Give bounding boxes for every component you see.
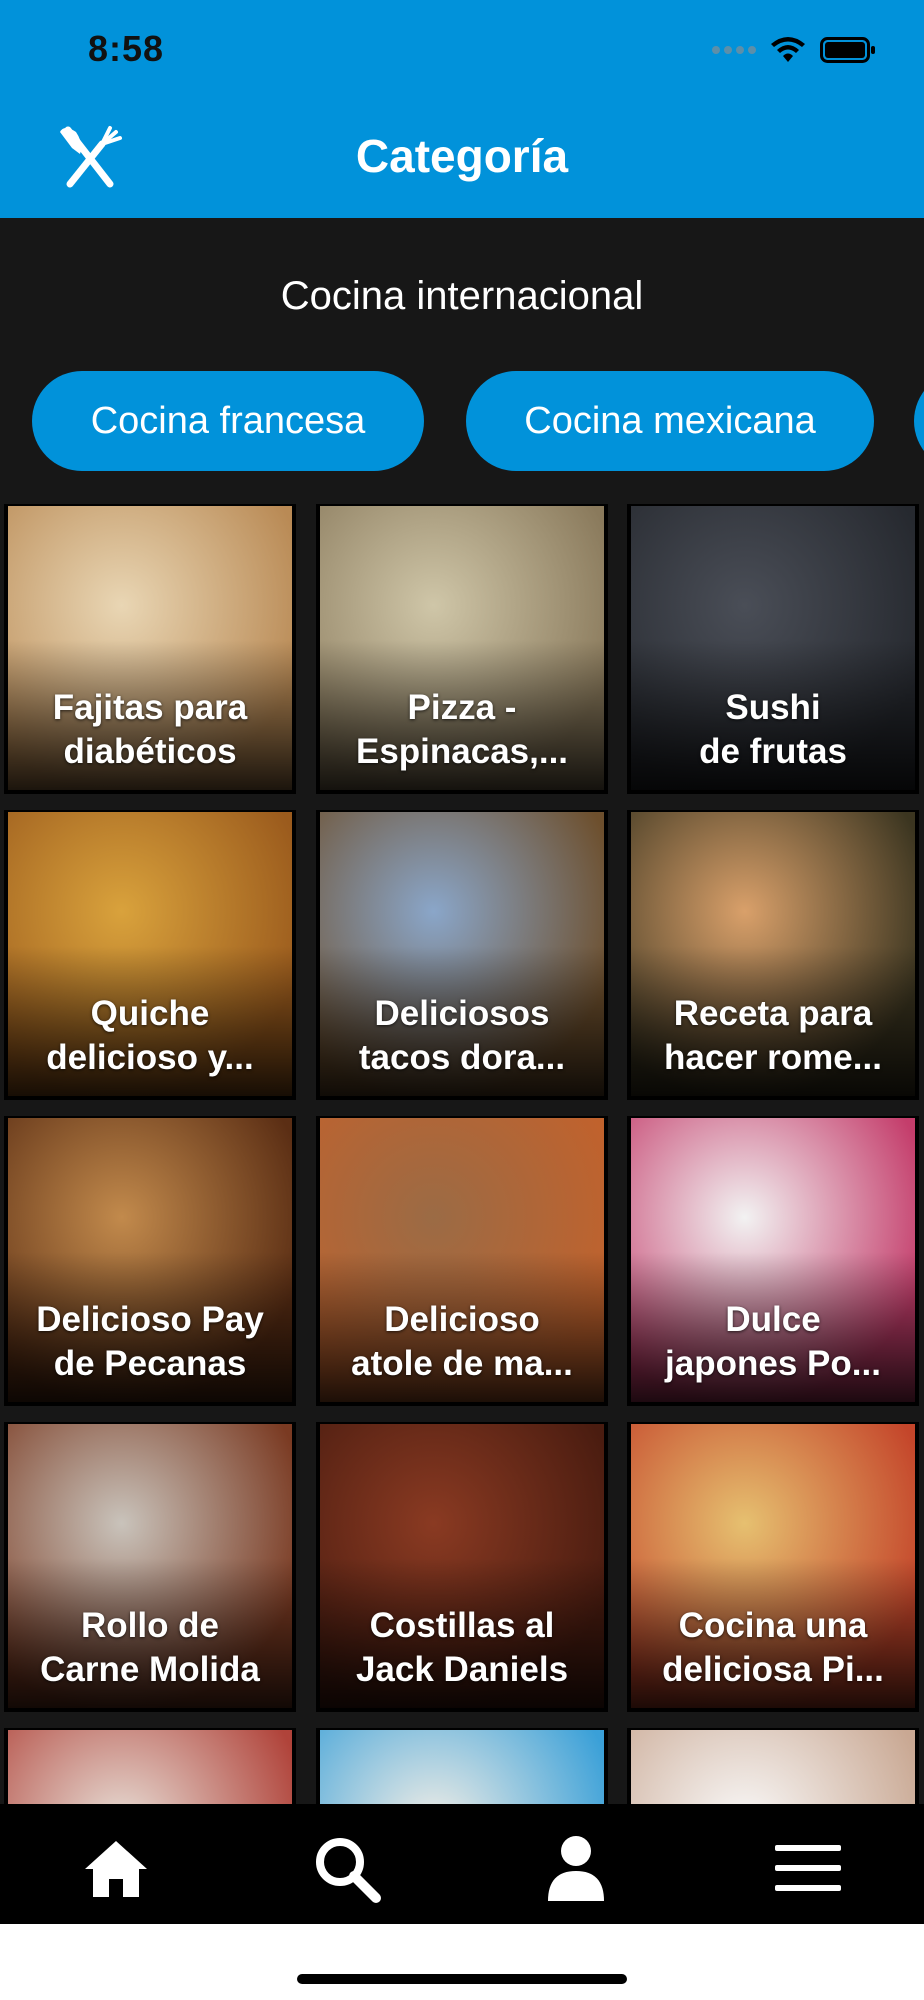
- chip-label: Cocina mexicana: [524, 399, 816, 442]
- signal-icon: [712, 46, 756, 54]
- recipe-title: Costillas al Jack Daniels: [355, 1606, 569, 1689]
- tab-home[interactable]: [78, 1832, 154, 1904]
- menu-icon: [775, 1845, 841, 1891]
- recipe-card[interactable]: Deliciosos tacos dora...: [316, 810, 608, 1100]
- recipe-title: Fajitas para diabéticos: [52, 688, 248, 771]
- recipe-title: Pizza - Espinacas,...: [355, 688, 569, 771]
- chip-next[interactable]: [914, 371, 924, 471]
- recipe-card[interactable]: Sushi de frutas: [627, 504, 919, 794]
- recipe-title: Rollo de Carne Molida: [40, 1606, 260, 1689]
- tab-menu[interactable]: [770, 1832, 846, 1904]
- search-icon: [316, 1838, 381, 1903]
- tab-search[interactable]: [308, 1832, 384, 1904]
- recipe-title: Receta para hacer rome...: [664, 994, 882, 1077]
- recipe-card[interactable]: Dulce japones Po...: [627, 1116, 919, 1406]
- home-indicator[interactable]: [297, 1974, 627, 1984]
- recipe-card[interactable]: Delicioso Pay de Pecanas: [4, 1116, 296, 1406]
- recipe-title: Deliciosos tacos dora...: [358, 994, 566, 1077]
- status-time: 8:58: [88, 28, 165, 69]
- recipe-title: Quiche delicioso y...: [46, 994, 254, 1077]
- battery-icon: [820, 36, 876, 64]
- home-indicator-area: [0, 1924, 924, 2000]
- recipe-card[interactable]: [316, 1728, 608, 1804]
- recipe-card[interactable]: [627, 1728, 919, 1804]
- chip-label: Cocina francesa: [90, 399, 366, 442]
- wifi-icon: [770, 36, 806, 64]
- section-title: Cocina internacional: [280, 274, 644, 318]
- app-header: 8:58 Categoría: [0, 0, 924, 218]
- recipe-card[interactable]: Rollo de Carne Molida: [4, 1422, 296, 1712]
- recipe-title: Cocina una deliciosa Pi...: [662, 1606, 884, 1689]
- chip-cocina-mexicana[interactable]: Cocina mexicana: [466, 371, 874, 471]
- status-icons: [712, 30, 876, 70]
- recipe-card[interactable]: [4, 1728, 296, 1804]
- home-icon: [85, 1841, 147, 1897]
- page-title: Categoría: [355, 130, 569, 182]
- recipe-image: [631, 1730, 915, 1804]
- recipe-title: Sushi de frutas: [699, 688, 847, 771]
- recipe-image: [8, 1730, 292, 1804]
- recipe-card[interactable]: Quiche delicioso y...: [4, 810, 296, 1100]
- recipe-image: [320, 1730, 604, 1804]
- recipe-card[interactable]: Costillas al Jack Daniels: [316, 1422, 608, 1712]
- chip-cocina-francesa[interactable]: Cocina francesa: [32, 371, 424, 471]
- recipe-card[interactable]: Delicioso atole de ma...: [316, 1116, 608, 1406]
- category-chips: Cocina francesa Cocina mexicana: [0, 371, 924, 471]
- tab-bar: [0, 1804, 924, 1924]
- recipe-card[interactable]: Fajitas para diabéticos: [4, 504, 296, 794]
- recipe-title: Delicioso Pay de Pecanas: [36, 1300, 264, 1383]
- recipe-card[interactable]: Cocina una deliciosa Pi...: [627, 1422, 919, 1712]
- recipe-grid: Fajitas para diabéticos Pizza - Espinacas,…: [0, 504, 924, 1804]
- recipe-title: Dulce japones Po...: [665, 1300, 881, 1383]
- tab-profile[interactable]: [538, 1832, 614, 1904]
- profile-icon: [548, 1836, 604, 1901]
- recipe-title: Delicioso atole de ma...: [351, 1300, 573, 1383]
- recipe-card[interactable]: Pizza - Espinacas,...: [316, 504, 608, 794]
- recipe-card[interactable]: Receta para hacer rome...: [627, 810, 919, 1100]
